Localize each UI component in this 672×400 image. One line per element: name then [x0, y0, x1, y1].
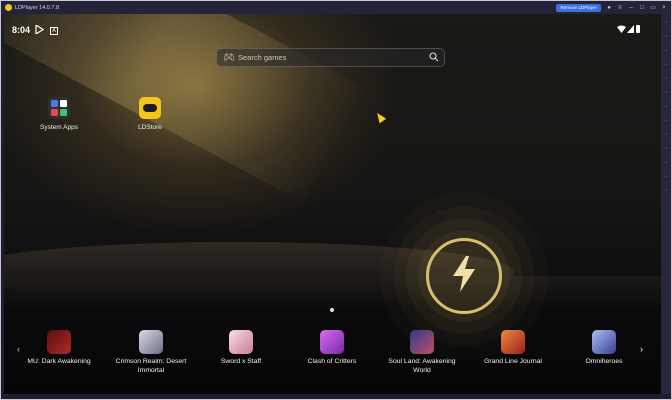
account-icon[interactable]: ●	[606, 5, 612, 11]
desktop-icon-ldstore[interactable]: LDStore	[125, 97, 175, 131]
lightning-bolt-icon	[453, 256, 475, 292]
title-bar-controls: Remove LDPlayer ● ≡ – □ ▭ ×	[556, 1, 667, 14]
rotate-icon[interactable]: ◦	[663, 160, 669, 166]
maximize-icon[interactable]: ▭	[650, 5, 656, 11]
system-apps-icon	[48, 97, 70, 119]
game-icon	[229, 330, 253, 354]
game-label: Crimson Realm: Desert Immortal	[115, 358, 187, 374]
emulator-window: LDPlayer 14.0.7.8 Remove LDPlayer ● ≡ – …	[0, 0, 672, 400]
game-icon	[592, 330, 616, 354]
signal-icon	[627, 25, 634, 33]
remove-ldplayer-button[interactable]: Remove LDPlayer	[556, 3, 601, 12]
game-icon	[501, 330, 525, 354]
dock-game-crimson-realm[interactable]: Crimson Realm: Desert Immortal	[108, 330, 194, 375]
operation-record-icon[interactable]: ◦	[663, 118, 669, 124]
folder-icon[interactable]: ◦	[663, 104, 669, 110]
close-icon[interactable]: ×	[661, 5, 667, 11]
more-icon[interactable]: ◦	[663, 188, 669, 194]
mouse-cursor-icon	[373, 110, 387, 124]
game-icon	[410, 330, 434, 354]
game-label: Clash of Critters	[307, 358, 357, 365]
dock-game-clash-of-critters[interactable]: Clash of Critters	[289, 330, 375, 367]
ldstore-icon	[139, 97, 161, 119]
dock-game-omniheroes[interactable]: Omniheroes	[561, 330, 647, 367]
app-title: LDPlayer 14.0.7.8	[15, 4, 60, 11]
page-indicator	[330, 308, 334, 312]
game-label: Omniheroes	[585, 358, 623, 365]
desktop-icon-system-apps[interactable]: System Apps	[34, 97, 84, 131]
dock-game-sword-x-staff[interactable]: Sword x Staff	[198, 330, 284, 367]
dock-game-soul-land[interactable]: Soul Land: Awakening World	[379, 330, 465, 375]
ldplayer-wallpaper-logo-icon	[418, 230, 510, 322]
search-placeholder[interactable]: Search games	[238, 53, 286, 62]
play-protect-icon	[35, 25, 44, 34]
menu-icon[interactable]: ≡	[617, 5, 623, 11]
wifi-icon	[617, 25, 626, 33]
ldplayer-logo-icon	[5, 4, 12, 11]
sync-icon[interactable]: ◦	[663, 132, 669, 138]
notification-icon: A	[50, 27, 58, 35]
game-icon	[47, 330, 71, 354]
game-label: Soul Land: Awakening World	[388, 358, 456, 374]
dock-game-grand-line-journal[interactable]: Grand Line Journal	[470, 330, 556, 367]
apk-install-icon[interactable]: ◦	[663, 90, 669, 96]
title-bar: LDPlayer 14.0.7.8 Remove LDPlayer ● ≡ – …	[1, 1, 671, 14]
gamepad-icon: 🎮︎	[223, 52, 235, 62]
location-icon[interactable]: ◦	[663, 174, 669, 180]
keyboard-icon[interactable]: ◦	[663, 34, 669, 40]
clock: 8:04	[12, 25, 31, 35]
gamepad-icon[interactable]: ◦	[663, 20, 669, 26]
eye-icon[interactable]: ◦	[663, 146, 669, 152]
battery-icon	[636, 25, 640, 33]
search-bar[interactable]: 🎮︎ Search games	[216, 48, 445, 67]
desktop-icon-label: System Apps	[40, 124, 78, 131]
game-icon	[139, 330, 163, 354]
game-label: Sword x Staff	[220, 358, 262, 365]
game-label: Grand Line Journal	[484, 358, 542, 365]
game-icon	[320, 330, 344, 354]
restore-icon[interactable]: □	[639, 5, 645, 11]
search-icon[interactable]	[429, 52, 439, 62]
desktop-icon-label: LDStore	[138, 124, 162, 131]
minimize-icon[interactable]: –	[628, 5, 634, 11]
screenshot-icon[interactable]: ◦	[663, 62, 669, 68]
game-label: MU: Dark Awakening	[27, 358, 91, 365]
emulator-sidebar: ◦ ◦ ◦ ◦ ◦ ◦ ◦ ◦ ◦ ◦ ◦ ◦ ◦	[661, 14, 671, 394]
status-bar: 8:04 A	[4, 14, 661, 44]
record-icon[interactable]: ◦	[663, 76, 669, 82]
dock-game-mu-dark-awakening[interactable]: MU: Dark Awakening	[16, 330, 102, 367]
volume-icon[interactable]: ◦	[663, 48, 669, 54]
android-screen: 8:04 A 🎮︎ Search games System Apps LDSto…	[4, 14, 661, 394]
